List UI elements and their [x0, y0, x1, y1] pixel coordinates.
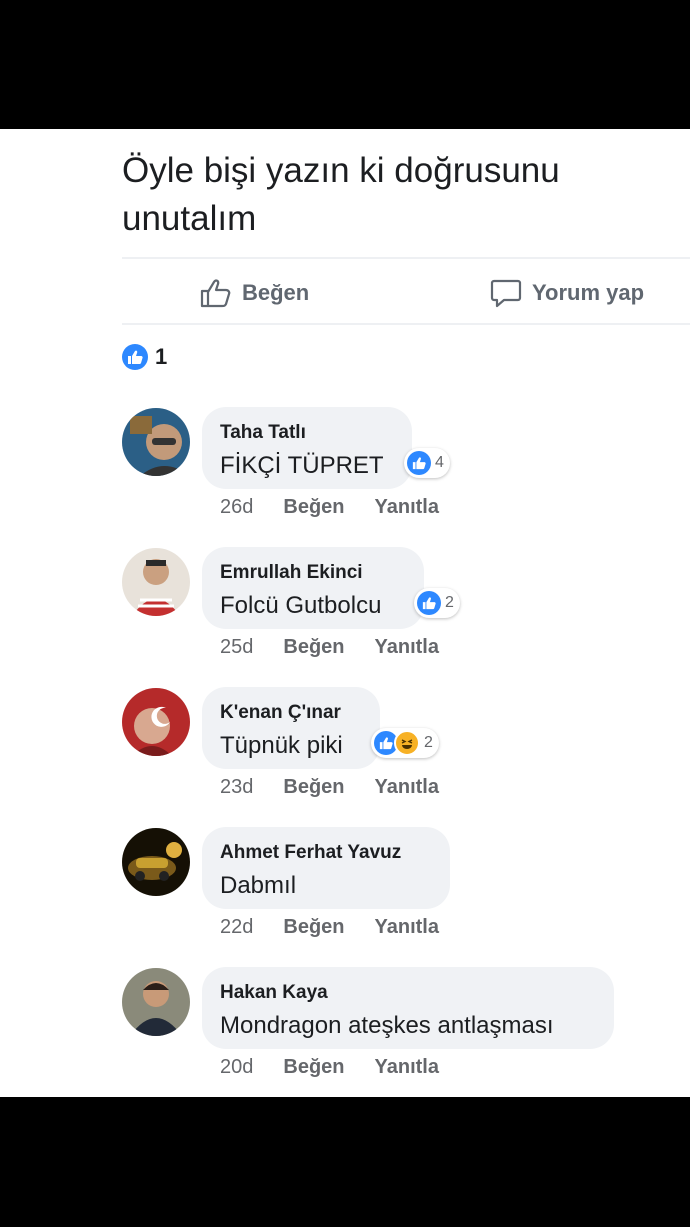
comment-meta: 25d Beğen Yanıtla [220, 636, 469, 659]
reaction-count: 2 [445, 594, 454, 611]
comment-time: 22d [220, 916, 254, 938]
comment-time: 26d [220, 496, 254, 518]
comment-item: Hakan Kaya Mondragon ateşkes antlaşması … [122, 967, 690, 1098]
commenter-name[interactable]: Ahmet Ferhat Yavuz [220, 841, 430, 865]
comment-like-link[interactable]: Beğen [283, 776, 344, 799]
comment-icon [490, 279, 522, 308]
avatar[interactable] [122, 828, 190, 896]
like-button[interactable]: Beğen [200, 276, 309, 310]
comment-bubble: Hakan Kaya Mondragon ateşkes antlaşması [202, 967, 614, 1049]
reaction-badge[interactable]: 2 [414, 588, 460, 618]
reaction-badge[interactable]: 2 [371, 728, 439, 758]
commenter-name[interactable]: Hakan Kaya [220, 981, 594, 1005]
comment-bubble: Ahmet Ferhat Yavuz Dabmıl [202, 827, 450, 909]
divider-bottom [122, 323, 690, 325]
comment-button-label: Yorum yap [532, 280, 645, 305]
comment-text: FİKÇİ TÜPRET [220, 452, 384, 479]
post-text: Öyle bişi yazın ki doğrusunu unutalım [122, 151, 560, 238]
avatar[interactable] [122, 548, 190, 616]
reaction-count: 2 [424, 734, 433, 751]
reaction-count: 4 [435, 454, 444, 471]
thumbs-up-icon [200, 279, 231, 308]
comment-item: Emrullah Ekinci Folcü Gutbolcu 2 25d Beğ… [122, 547, 690, 678]
comment-time: 20d [220, 1056, 254, 1078]
comment-like-link[interactable]: Beğen [283, 916, 344, 939]
comment-like-link[interactable]: Beğen [283, 1056, 344, 1079]
comment-meta: 22d Beğen Yanıtla [220, 916, 469, 939]
comment-text: Mondragon ateşkes antlaşması [220, 1012, 554, 1039]
commenter-name[interactable]: Taha Tatlı [220, 421, 392, 445]
like-reaction-icon [122, 344, 148, 370]
comment-reply-link[interactable]: Yanıtla [375, 636, 439, 659]
comment-button[interactable]: Yorum yap [490, 276, 644, 310]
post-like-summary[interactable]: 1 [122, 344, 167, 370]
comment-like-link[interactable]: Beğen [283, 496, 344, 519]
haha-reaction-icon [394, 730, 420, 756]
comment-item: Ahmet Ferhat Yavuz Dabmıl 22d Beğen Yanı… [122, 827, 690, 958]
avatar[interactable] [122, 408, 190, 476]
comment-time: 25d [220, 636, 254, 658]
commenter-name[interactable]: K'enan Ç'ınar [220, 701, 360, 725]
like-button-label: Beğen [242, 280, 310, 305]
comment-reply-link[interactable]: Yanıtla [375, 916, 439, 939]
reaction-badge[interactable]: 4 [404, 448, 450, 478]
avatar[interactable] [122, 688, 190, 756]
like-reaction-icon [417, 591, 441, 615]
comment-reply-link[interactable]: Yanıtla [375, 776, 439, 799]
comment-reply-link[interactable]: Yanıtla [375, 496, 439, 519]
comment-meta: 20d Beğen Yanıtla [220, 1056, 469, 1079]
comment-meta: 23d Beğen Yanıtla [220, 776, 469, 799]
comment-item: Taha Tatlı FİKÇİ TÜPRET 4 26d Beğen Yanı… [122, 407, 690, 538]
comment-reply-link[interactable]: Yanıtla [375, 1056, 439, 1079]
post-card: Öyle bişi yazın ki doğrusunu unutalım Be… [0, 129, 690, 1097]
comment-bubble: Taha Tatlı FİKÇİ TÜPRET [202, 407, 412, 489]
comment-item: K'enan Ç'ınar Tüpnük piki 2 23d Beğen Ya… [122, 687, 690, 818]
comment-bubble: Emrullah Ekinci Folcü Gutbolcu [202, 547, 424, 629]
comment-text: Tüpnük piki [220, 732, 343, 759]
comment-bubble: K'enan Ç'ınar Tüpnük piki [202, 687, 380, 769]
comment-text: Dabmıl [220, 872, 297, 899]
avatar[interactable] [122, 968, 190, 1036]
divider-top [122, 257, 690, 259]
like-reaction-icon [407, 451, 431, 475]
comment-meta: 26d Beğen Yanıtla [220, 496, 469, 519]
post-like-count: 1 [155, 344, 168, 369]
comment-time: 23d [220, 776, 254, 798]
comment-text: Folcü Gutbolcu [220, 592, 382, 619]
comment-like-link[interactable]: Beğen [283, 636, 344, 659]
commenter-name[interactable]: Emrullah Ekinci [220, 561, 404, 585]
